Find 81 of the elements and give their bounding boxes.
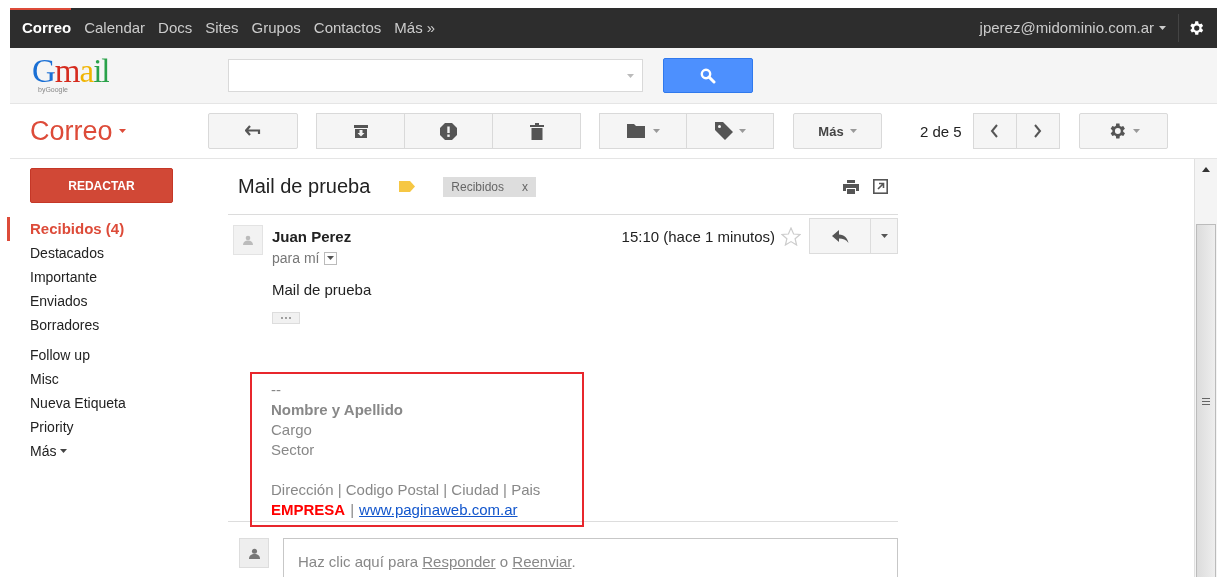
tag-icon [714,122,733,140]
caret-icon [327,256,335,260]
person-icon [248,547,260,559]
nav-link[interactable]: Calendar [84,8,146,48]
sender-name: Juan Perez [272,227,352,245]
search-field[interactable] [228,59,643,92]
signature-divider: | [350,500,355,520]
signature-line: Cargo [271,420,312,440]
scrollbar[interactable] [1194,159,1217,577]
folder-link[interactable]: Borradores [7,313,100,337]
nav-link[interactable]: Sites [205,8,239,48]
star-icon[interactable] [781,226,801,246]
person-icon [243,235,253,245]
website-link[interactable]: www.paginaweb.com.ar [359,500,518,520]
scroll-thumb[interactable] [1196,224,1216,577]
move-to-button[interactable] [599,113,687,149]
more-labels-link[interactable]: Más [7,439,68,463]
exclamation-icon [440,122,457,140]
signature-name: Nombre y Apellido [271,400,403,420]
archive-button[interactable] [316,113,405,149]
back-arrow-icon [245,125,261,137]
account-menu[interactable]: jperez@midominio.com.ar [979,14,1179,42]
signature-separator: -- [271,380,281,400]
reply-field[interactable]: Haz clic aquí para Responder o Reenviar. [283,538,898,577]
caret-icon [1132,129,1140,133]
recipient-text: para mí [272,250,320,266]
labels-button[interactable] [686,113,774,149]
more-button[interactable]: Más [793,113,882,149]
nav-link[interactable]: Grupos [251,8,301,48]
folder-link[interactable]: Enviados [7,289,88,313]
spam-button[interactable] [404,113,493,149]
app-switcher[interactable]: Correo [10,115,208,147]
remove-label-button[interactable]: x [522,179,528,194]
reply-link[interactable]: Responder [422,553,496,570]
chevron-right-icon [1033,124,1043,138]
caret-icon [738,129,746,133]
folder-link[interactable]: Destacados [7,241,104,265]
folder-link[interactable]: Importante [7,265,97,289]
caret-icon [849,129,857,133]
label-link[interactable]: Nueva Etiqueta [7,391,126,415]
details-toggle[interactable] [324,251,338,265]
archive-icon [352,123,369,139]
signature-line: Sector [271,440,315,460]
caret-icon [880,234,888,238]
timestamp: 15:10 (hace 1 minutos) [621,227,775,245]
label-link[interactable]: Misc [7,367,59,391]
settings-button[interactable] [1078,113,1168,149]
forward-link[interactable]: Reenviar [512,553,572,570]
caret-icon [652,129,660,133]
label-tag-icon [398,181,416,192]
trash-icon [529,122,544,140]
message-body: Mail de prueba [272,281,373,298]
search-button[interactable] [663,58,753,93]
nav-link[interactable]: Docs [158,8,193,48]
print-icon[interactable] [843,179,859,194]
nav-link[interactable]: Contactos [313,8,382,48]
signature-address: Dirección | Codigo Postal | Ciudad | Pais [271,480,541,500]
search-icon [700,67,716,84]
caret-icon [627,73,634,78]
caret-icon [1159,26,1166,30]
reply-prompt: Haz clic aquí para Responder o Reenviar. [298,553,576,570]
nav-link[interactable]: Más » [394,8,436,48]
caret-icon [118,129,126,133]
email-subject: Mail de prueba [238,175,371,198]
caret-icon [60,449,68,453]
scroll-up-icon[interactable] [1202,167,1210,172]
label-link[interactable]: Follow up [7,343,90,367]
compose-button[interactable]: REDACTAR [30,168,173,203]
label-link[interactable]: Priority [7,415,74,439]
label-chip-text: Recibidos [451,179,504,194]
grip-icon [1202,398,1210,405]
new-window-icon[interactable] [873,179,888,194]
company-name: EMPRESA [271,500,346,520]
page-counter: 2 de 5 [920,122,962,140]
reply-icon [831,229,849,243]
folder-icon [626,124,647,138]
folder-link[interactable]: Recibidos (4) [7,217,125,241]
nav-link[interactable]: Correo [10,8,72,48]
chevron-left-icon [990,124,1000,138]
delete-button[interactable] [492,113,581,149]
reply-button[interactable] [809,218,871,254]
